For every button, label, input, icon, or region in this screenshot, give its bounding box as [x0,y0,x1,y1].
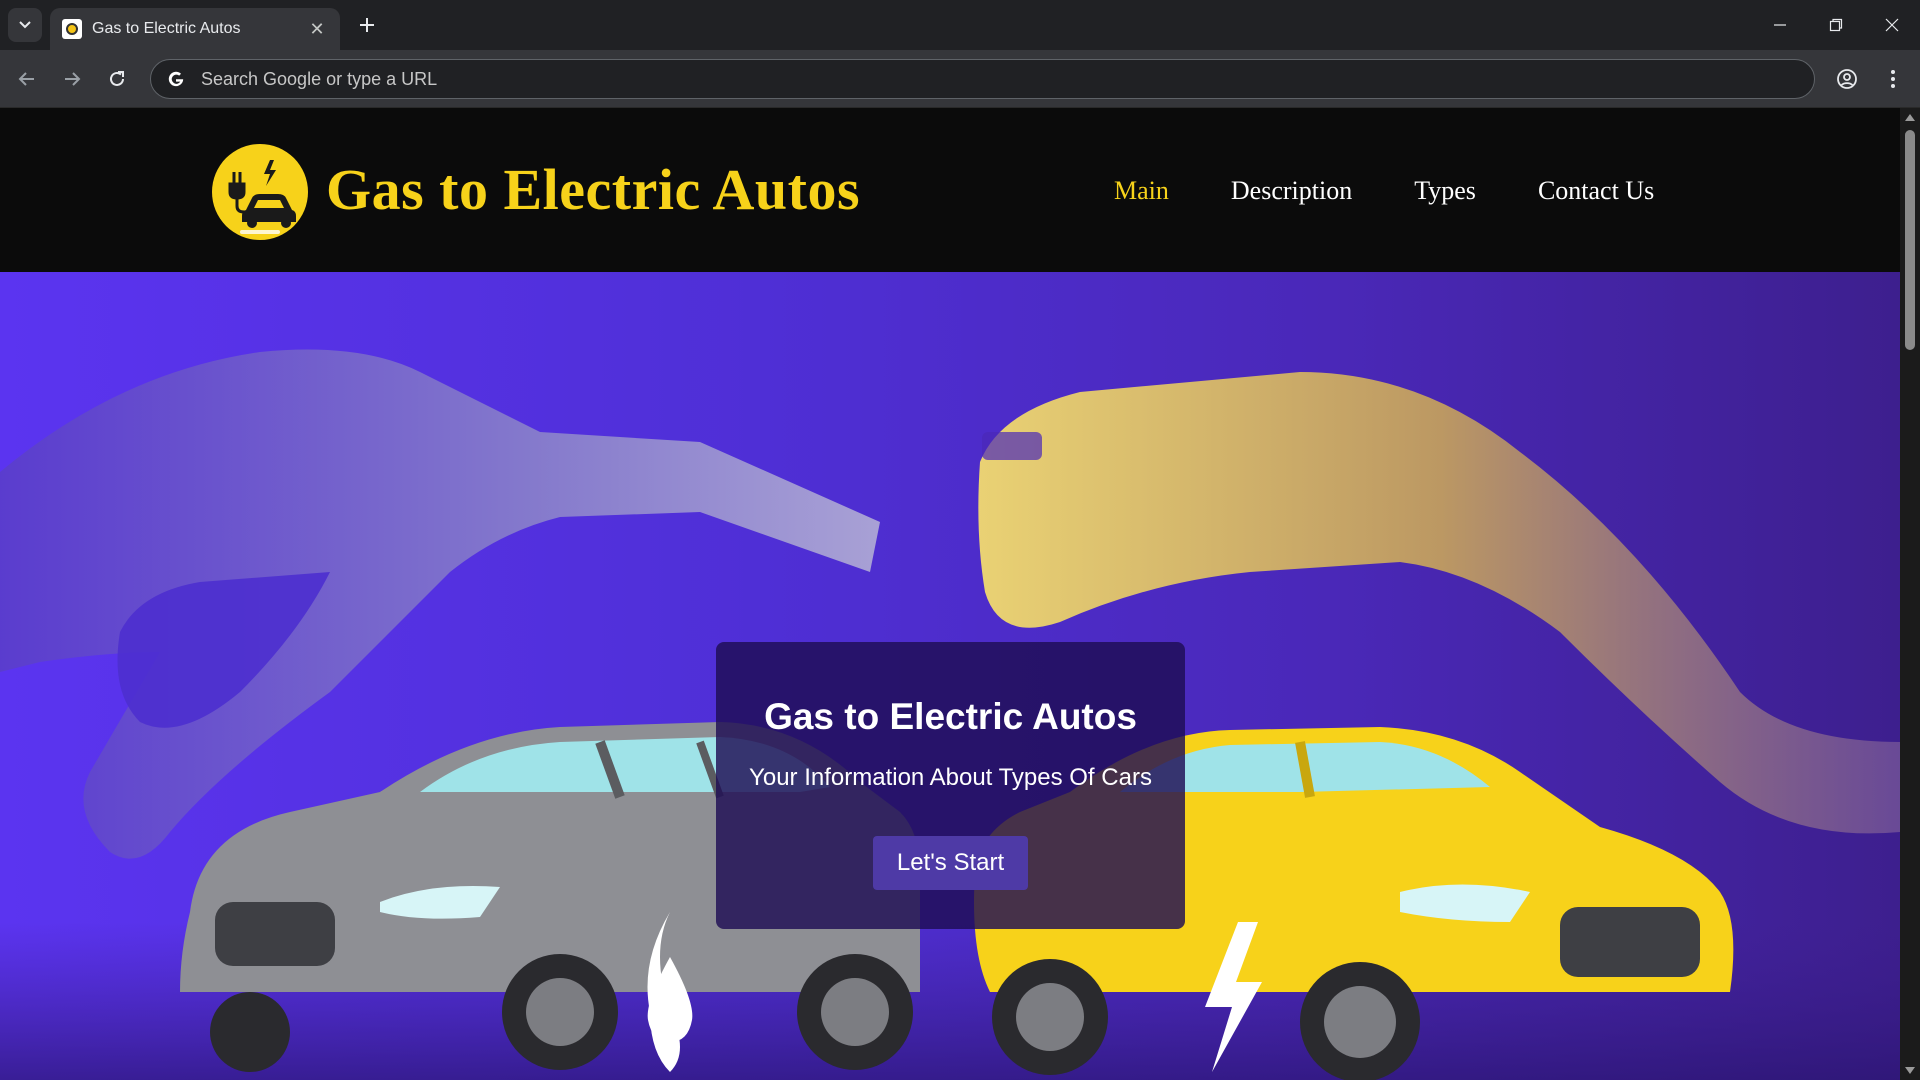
reload-button[interactable] [100,62,134,96]
profile-button[interactable] [1830,62,1864,96]
hero-section: Gas to Electric Autos Your Information A… [0,272,1900,1080]
scroll-down-arrow-icon[interactable] [1905,1067,1915,1074]
address-input[interactable] [201,68,1701,90]
back-arrow-icon [18,72,34,86]
page-scrollbar[interactable] [1900,108,1920,1080]
tab-search-button[interactable] [8,8,42,42]
window-close-button[interactable] [1864,0,1920,50]
google-icon [165,68,187,90]
logo-car-plug-icon[interactable] [212,144,308,240]
page-viewport: Gas to Electric Autos Main Description T… [0,108,1900,1080]
restore-icon [1829,18,1843,32]
nav-link-description[interactable]: Description [1231,176,1352,206]
nav-link-main[interactable]: Main [1114,176,1169,206]
plus-icon [360,18,374,32]
forward-arrow-icon [65,72,81,86]
hero-subtitle: Your Information About Types Of Cars [749,764,1152,791]
hero-title: Gas to Electric Autos [764,696,1137,737]
window-controls [1752,0,1920,50]
restore-button[interactable] [1808,0,1864,50]
new-tab-button[interactable] [352,10,382,40]
scrollbar-thumb[interactable] [1905,130,1915,350]
site-brand[interactable]: Gas to Electric Autos [326,156,860,223]
site-header: Gas to Electric Autos Main Description T… [0,108,1900,272]
minimize-button[interactable] [1752,0,1808,50]
profile-icon [1837,69,1857,89]
favicon-icon [62,19,82,39]
nav-link-contact-us[interactable]: Contact Us [1538,176,1654,206]
forward-button[interactable] [55,62,89,96]
back-button[interactable] [10,62,44,96]
address-bar[interactable] [150,59,1815,99]
site-nav: Main Description Types Contact Us [1114,176,1654,206]
chevron-down-icon [19,21,31,29]
tab-title: Gas to Electric Autos [92,20,241,37]
close-icon[interactable]: ✕ [306,19,328,40]
browser-toolbar [0,50,1920,108]
window-close-icon [1885,18,1899,32]
scroll-up-arrow-icon[interactable] [1905,114,1915,121]
reload-icon [110,71,124,86]
menu-dots-icon [1891,70,1895,88]
nav-link-types[interactable]: Types [1414,176,1476,206]
browser-menu-button[interactable] [1876,62,1910,96]
tab-strip: Gas to Electric Autos ✕ [0,0,1920,50]
hero-card: Gas to Electric Autos Your Information A… [716,642,1185,929]
browser-tab[interactable]: Gas to Electric Autos ✕ [50,8,340,50]
lets-start-button[interactable]: Let's Start [872,836,1029,890]
minimize-icon [1774,24,1786,26]
